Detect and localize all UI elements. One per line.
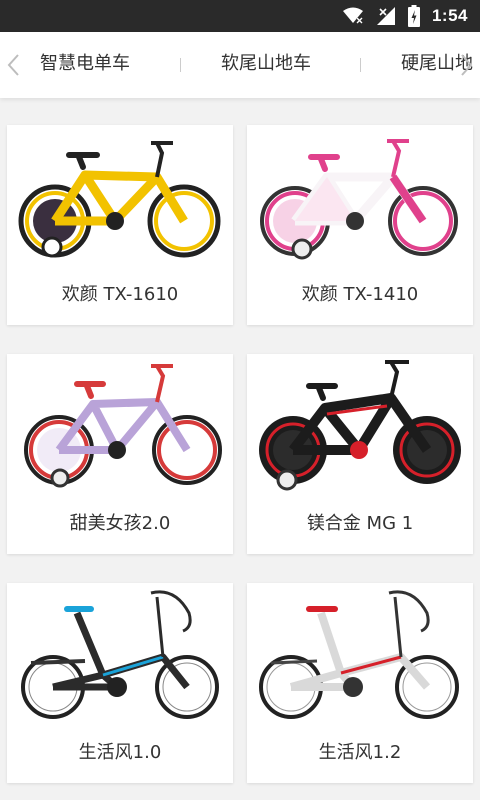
- status-bar: 1:54: [0, 0, 480, 32]
- tab-smart-ebike[interactable]: 智慧电单车: [40, 32, 130, 98]
- product-card[interactable]: 甜美女孩2.0: [7, 354, 233, 554]
- product-name: 欢颜 TX-1410: [301, 284, 419, 305]
- product-card[interactable]: 镁合金 MG 1: [247, 354, 473, 554]
- product-name: 欢颜 TX-1610: [61, 284, 179, 305]
- product-card[interactable]: 生活风1.0: [7, 583, 233, 783]
- product-card[interactable]: 欢颜 TX-1410: [247, 125, 473, 325]
- product-name: 生活风1.2: [318, 742, 402, 763]
- battery-icon: [407, 5, 420, 27]
- wifi-icon: [342, 7, 364, 25]
- bike-image: [24, 364, 222, 488]
- bike-image: [259, 360, 461, 491]
- product-name: 镁合金 MG 1: [306, 513, 414, 534]
- bike-image: [259, 590, 459, 719]
- signal-icon: [376, 6, 396, 26]
- chevron-left-icon[interactable]: [4, 53, 24, 77]
- product-name: 生活风1.0: [78, 742, 162, 763]
- bike-image: [18, 141, 221, 258]
- tab-full-suspension-mtb[interactable]: 软尾山地车: [221, 32, 311, 98]
- bike-image: [21, 590, 219, 719]
- status-time: 1:54: [431, 6, 468, 25]
- tab-divider: [180, 58, 181, 72]
- bike-image: [260, 139, 458, 260]
- product-card[interactable]: 欢颜 TX-1610: [7, 125, 233, 325]
- tab-divider: [360, 58, 361, 72]
- product-name: 甜美女孩2.0: [69, 513, 171, 534]
- chevron-right-icon[interactable]: [456, 53, 476, 77]
- category-tab-bar: 智慧电单车 软尾山地车 硬尾山地: [0, 32, 480, 98]
- product-card[interactable]: 生活风1.2: [247, 583, 473, 783]
